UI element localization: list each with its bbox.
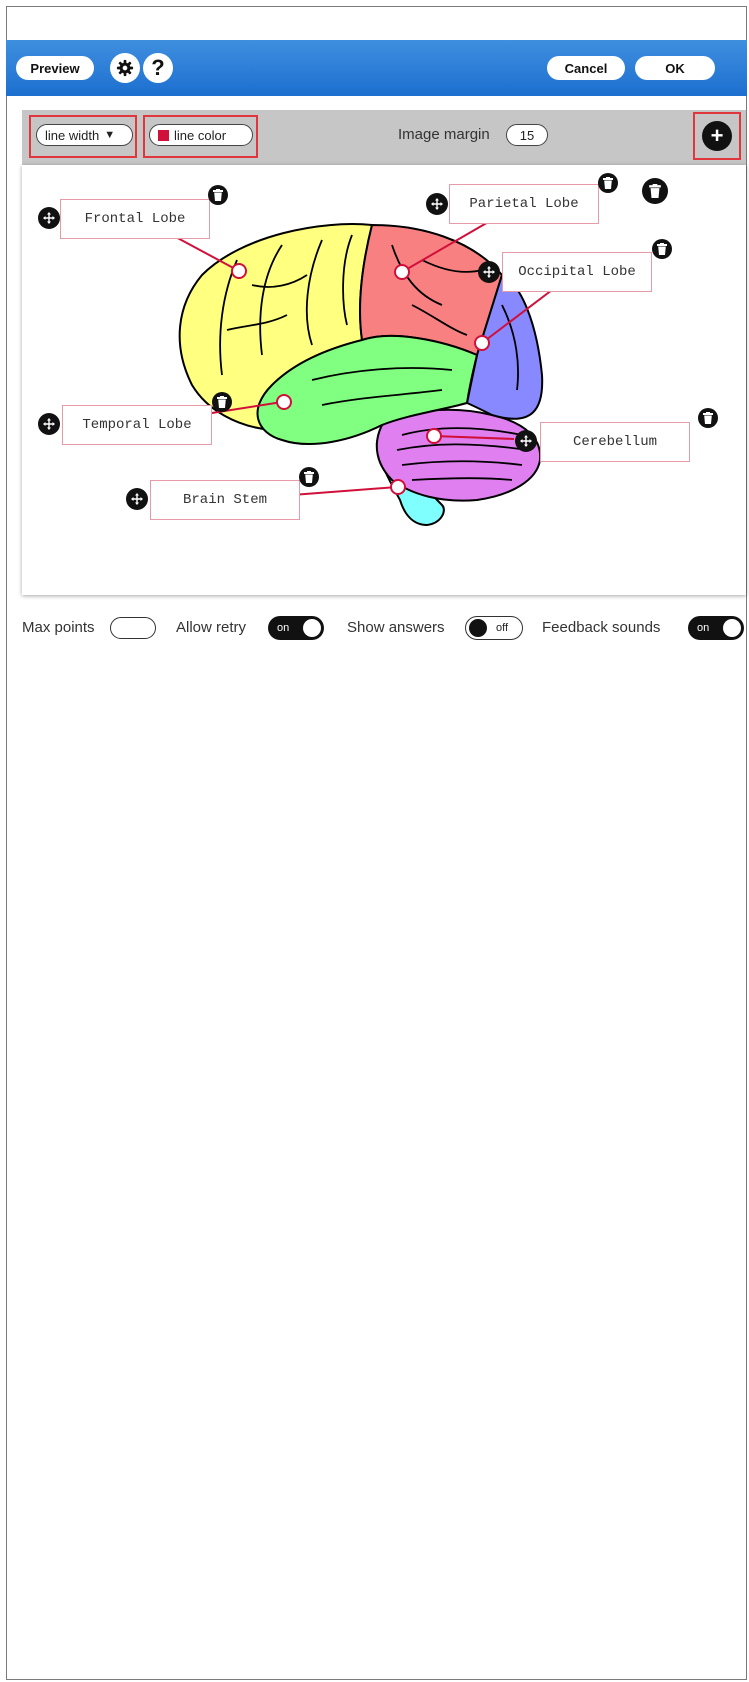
trash-icon[interactable]: [212, 392, 232, 412]
parietal-point: [394, 264, 410, 280]
editor-toolbar: line width ▼ line color Image margin 15 …: [22, 110, 746, 165]
plus-icon[interactable]: +: [702, 121, 732, 151]
line-width-label: line width: [45, 127, 100, 143]
settings-row: Max points Allow retry on Show answers o…: [22, 615, 746, 641]
toggle-knob: [303, 619, 321, 637]
show-answers-toggle[interactable]: off: [465, 616, 523, 640]
line-width-dropdown[interactable]: line width ▼: [36, 124, 133, 146]
feedback-sounds-label: Feedback sounds: [542, 619, 661, 636]
label-temporal-lobe[interactable]: Temporal Lobe: [62, 405, 212, 445]
image-canvas: Frontal Lobe Parietal Lobe Occipital Lob…: [22, 165, 746, 595]
feedback-sounds-toggle[interactable]: on: [688, 616, 744, 640]
move-icon[interactable]: [426, 193, 448, 215]
cancel-button[interactable]: Cancel: [547, 56, 625, 80]
feedback-sounds-state: on: [697, 622, 710, 634]
help-icon[interactable]: ?: [143, 53, 173, 83]
label-occipital-lobe[interactable]: Occipital Lobe: [502, 252, 652, 292]
move-icon[interactable]: [38, 413, 60, 435]
brainstem-point: [390, 479, 406, 495]
line-color-button[interactable]: line color: [149, 124, 253, 146]
trash-icon[interactable]: [698, 408, 718, 428]
show-answers-label: Show answers: [347, 619, 445, 636]
label-parietal-lobe[interactable]: Parietal Lobe: [449, 184, 599, 224]
max-points-input[interactable]: [110, 617, 156, 639]
cerebellum-point: [426, 428, 442, 444]
trash-icon[interactable]: [208, 185, 228, 205]
header-bar: Preview ? Cancel OK: [6, 40, 747, 96]
allow-retry-state: on: [277, 622, 290, 634]
trash-icon[interactable]: [642, 178, 668, 204]
preview-button[interactable]: Preview: [16, 56, 94, 80]
move-icon[interactable]: [38, 207, 60, 229]
toggle-knob: [723, 619, 741, 637]
trash-icon[interactable]: [299, 467, 319, 487]
trash-icon[interactable]: [598, 173, 618, 193]
toggle-knob: [469, 619, 487, 637]
allow-retry-toggle[interactable]: on: [268, 616, 324, 640]
temporal-point: [276, 394, 292, 410]
move-icon[interactable]: [126, 488, 148, 510]
move-icon[interactable]: [478, 261, 500, 283]
move-icon[interactable]: [515, 430, 537, 452]
ok-button[interactable]: OK: [635, 56, 715, 80]
gear-icon[interactable]: [110, 53, 140, 83]
label-brain-stem[interactable]: Brain Stem: [150, 480, 300, 520]
image-margin-label: Image margin: [398, 126, 490, 143]
image-margin-input[interactable]: 15: [506, 124, 548, 146]
line-color-label: line color: [174, 127, 227, 143]
label-frontal-lobe[interactable]: Frontal Lobe: [60, 199, 210, 239]
label-cerebellum[interactable]: Cerebellum: [540, 422, 690, 462]
occipital-point: [474, 335, 490, 351]
frontal-point: [231, 263, 247, 279]
color-swatch: [158, 129, 169, 141]
allow-retry-label: Allow retry: [176, 619, 247, 636]
dropdown-arrow-icon: ▼: [104, 129, 116, 141]
trash-icon[interactable]: [652, 239, 672, 259]
show-answers-state: off: [496, 622, 509, 634]
max-points-label: Max points: [22, 619, 95, 636]
